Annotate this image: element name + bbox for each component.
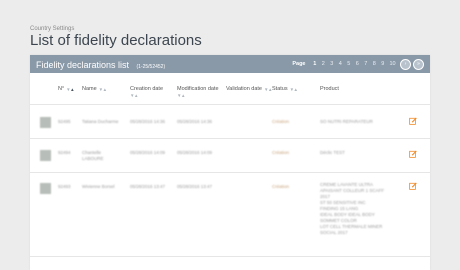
panel-title: Fidelity declarations list <box>36 60 130 70</box>
sort-icon[interactable]: ▼▲ <box>99 87 107 92</box>
edit-icon[interactable] <box>409 117 417 125</box>
page-4[interactable]: 4 <box>336 61 345 67</box>
column-product: Product <box>320 86 339 92</box>
row-status: Création <box>272 150 290 155</box>
sort-icon[interactable]: ▼▲ <box>177 93 185 98</box>
page-6[interactable]: 6 <box>353 61 362 67</box>
page-10[interactable]: 10 <box>387 61 398 67</box>
page-label: Page <box>292 61 306 67</box>
modification-sort[interactable]: ▼▲ <box>177 93 185 98</box>
chevron-right-icon[interactable]: › <box>400 58 411 70</box>
row-created: 05/28/2016 13:47 <box>130 184 166 189</box>
pagination: Page 1 2 3 4 5 6 7 8 9 10 › » <box>292 58 424 70</box>
divider <box>30 256 430 257</box>
column-name[interactable]: Name ▼▲ <box>82 86 107 92</box>
panel-header: Fidelity declarations list (1-25/52452) … <box>30 55 430 73</box>
page-3[interactable]: 3 <box>328 61 337 67</box>
edit-icon[interactable] <box>409 150 417 158</box>
divider <box>30 104 430 105</box>
product-thumbnail <box>40 183 51 194</box>
creation-sort[interactable]: ▼▲ <box>130 93 138 98</box>
row-product: SO NUTRI REPARATEUR <box>320 119 373 124</box>
column-status[interactable]: Status ▼▲ <box>272 86 298 92</box>
column-creation-date[interactable]: Creation date <box>130 86 163 92</box>
page-1[interactable]: 1 <box>311 61 320 67</box>
page-7[interactable]: 7 <box>362 61 371 67</box>
double-chevron-right-icon[interactable]: » <box>413 58 424 70</box>
row-number: 92495 <box>58 119 71 124</box>
row-name-line2: LABOURE <box>82 156 104 161</box>
row-modified: 05/28/2016 14:36 <box>177 119 213 124</box>
row-name: Tatiana Ducharme <box>82 119 119 124</box>
divider <box>30 138 430 139</box>
page-title: List of fidelity declarations <box>30 32 202 49</box>
column-modification-date[interactable]: Modification date <box>177 86 219 92</box>
sort-icon[interactable]: ▼▲ <box>66 87 74 92</box>
page-2[interactable]: 2 <box>319 61 328 67</box>
row-product: Déclic TEST <box>320 150 345 155</box>
row-number: 92494 <box>58 150 71 155</box>
product-thumbnail <box>40 117 51 128</box>
column-number[interactable]: N° ▼▲ <box>58 86 75 92</box>
sort-icon[interactable]: ▼▲ <box>130 93 138 98</box>
row-status: Création <box>272 184 290 189</box>
page-8[interactable]: 8 <box>370 61 379 67</box>
row-product-line9: SOCIAL 2017 <box>320 230 348 235</box>
edit-icon[interactable] <box>409 182 417 190</box>
page-5[interactable]: 5 <box>345 61 354 67</box>
row-modified: 05/28/2016 14:09 <box>177 150 213 155</box>
page-9[interactable]: 9 <box>379 61 388 67</box>
row-name: Wivienne Borsel <box>82 184 115 189</box>
sort-icon[interactable]: ▼▲ <box>290 87 298 92</box>
row-modified: 05/28/2016 13:47 <box>177 184 213 189</box>
column-validation-date[interactable]: Validation date ▼▲ <box>226 86 272 92</box>
row-created: 05/28/2016 14:09 <box>130 150 166 155</box>
divider <box>30 172 430 173</box>
result-range: (1-25/52452) <box>136 64 166 70</box>
row-status: Création <box>272 119 290 124</box>
row-created: 05/28/2016 14:36 <box>130 119 166 124</box>
sort-icon[interactable]: ▼▲ <box>264 87 272 92</box>
product-thumbnail <box>40 150 51 161</box>
row-number: 92493 <box>58 184 71 189</box>
